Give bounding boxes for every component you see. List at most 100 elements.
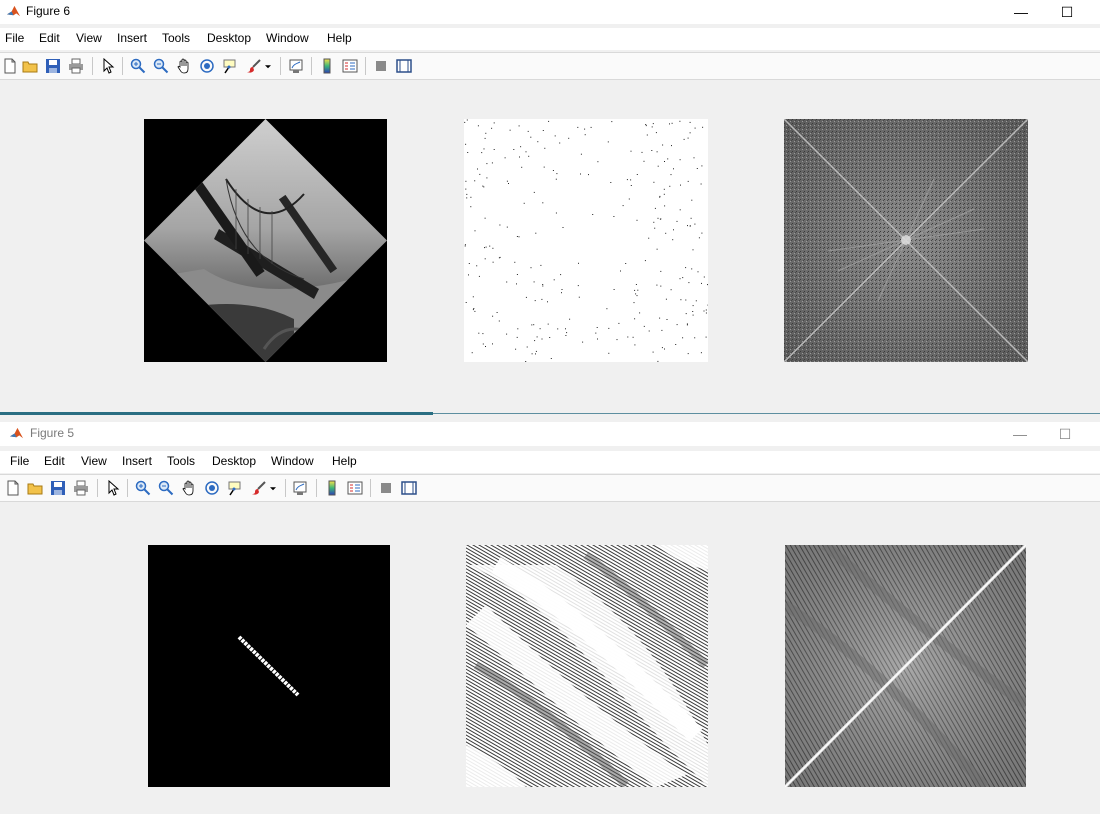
- axes-spectrum-image[interactable]: [784, 119, 1028, 362]
- brush-icon[interactable]: [249, 478, 269, 498]
- title-bar[interactable]: Figure 6 — ☐: [0, 0, 1100, 24]
- fourier-spectrum-image: [785, 545, 1026, 787]
- zoom-in-icon[interactable]: [133, 478, 153, 498]
- dot-pixel: [689, 225, 691, 227]
- zoom-out-icon[interactable]: [151, 56, 171, 76]
- dot-pixel: [521, 166, 523, 168]
- dot-pixel: [701, 282, 702, 284]
- menu-view[interactable]: View: [81, 454, 107, 468]
- hide-plot-tools-icon[interactable]: [371, 56, 391, 76]
- menu-bar: File Edit View Insert Tools Desktop Wind…: [0, 28, 1100, 50]
- legend-icon[interactable]: [345, 478, 365, 498]
- dot-pixel: [701, 232, 703, 234]
- menu-edit[interactable]: Edit: [39, 31, 60, 45]
- new-figure-icon[interactable]: [0, 56, 20, 76]
- axes-spectrum-image[interactable]: [785, 545, 1026, 787]
- maximize-button[interactable]: ☐: [1052, 0, 1082, 24]
- toolbar-separator: [92, 57, 93, 75]
- legend-icon[interactable]: [340, 56, 360, 76]
- menu-file[interactable]: File: [5, 31, 24, 45]
- menu-view[interactable]: View: [76, 31, 102, 45]
- minimize-button[interactable]: —: [1006, 0, 1036, 24]
- maximize-button[interactable]: ☐: [1050, 422, 1080, 446]
- sparse-dots-image: [464, 119, 708, 362]
- print-icon[interactable]: [66, 56, 86, 76]
- show-plot-tools-icon[interactable]: [394, 56, 414, 76]
- dot-pixel: [679, 278, 681, 280]
- save-icon[interactable]: [48, 478, 68, 498]
- menu-window[interactable]: Window: [266, 31, 309, 45]
- show-plot-tools-icon[interactable]: [399, 478, 419, 498]
- print-icon[interactable]: [71, 478, 91, 498]
- pointer-icon[interactable]: [98, 56, 118, 76]
- menu-help[interactable]: Help: [327, 31, 352, 45]
- dot-pixel: [539, 328, 541, 330]
- dot-pixel: [606, 308, 608, 310]
- dot-pixel: [682, 277, 684, 279]
- menu-edit[interactable]: Edit: [44, 454, 65, 468]
- dot-pixel: [484, 217, 486, 219]
- menu-file[interactable]: File: [10, 454, 29, 468]
- dot-pixel: [635, 293, 637, 295]
- dot-pixel: [484, 137, 486, 139]
- axes-sparse-image[interactable]: [464, 119, 708, 362]
- dot-pixel: [671, 122, 673, 124]
- dot-pixel: [692, 314, 694, 316]
- dot-pixel: [639, 312, 641, 314]
- dot-pixel: [533, 281, 535, 283]
- colorbar-icon[interactable]: [317, 56, 337, 76]
- menu-window[interactable]: Window: [271, 454, 314, 468]
- menu-tools[interactable]: Tools: [162, 31, 190, 45]
- dot-pixel: [540, 264, 542, 266]
- axes-line-image[interactable]: [148, 545, 390, 787]
- pan-icon[interactable]: [179, 478, 199, 498]
- dot-pixel: [592, 214, 594, 215]
- link-plot-icon[interactable]: [286, 56, 306, 76]
- menu-desktop[interactable]: Desktop: [207, 31, 251, 45]
- matlab-icon: [9, 427, 24, 439]
- pointer-icon[interactable]: [103, 478, 123, 498]
- minimize-button[interactable]: —: [1005, 422, 1035, 446]
- zoom-in-icon[interactable]: [128, 56, 148, 76]
- dot-pixel: [654, 207, 656, 209]
- new-figure-icon[interactable]: [3, 478, 23, 498]
- axes-rotated-image[interactable]: [144, 119, 387, 362]
- menu-desktop[interactable]: Desktop: [212, 454, 256, 468]
- dot-pixel: [680, 184, 681, 186]
- dot-pixel: [489, 245, 491, 247]
- menu-insert[interactable]: Insert: [117, 31, 147, 45]
- menu-help[interactable]: Help: [332, 454, 357, 468]
- menu-insert[interactable]: Insert: [122, 454, 152, 468]
- chevron-down-icon[interactable]: [262, 56, 274, 76]
- dot-pixel: [485, 346, 486, 347]
- dot-pixel: [516, 336, 518, 338]
- dot-pixel: [492, 261, 494, 263]
- menu-tools[interactable]: Tools: [167, 454, 195, 468]
- rotate-3d-icon[interactable]: [202, 478, 222, 498]
- open-file-icon[interactable]: [20, 56, 40, 76]
- dot-pixel: [653, 221, 655, 223]
- chevron-down-icon[interactable]: [267, 478, 279, 498]
- data-cursor-icon[interactable]: [225, 478, 245, 498]
- dot-pixel: [578, 296, 580, 298]
- hide-plot-tools-icon[interactable]: [376, 478, 396, 498]
- pan-icon[interactable]: [174, 56, 194, 76]
- dot-pixel: [465, 188, 467, 190]
- dot-pixel: [632, 336, 634, 338]
- open-file-icon[interactable]: [25, 478, 45, 498]
- brush-icon[interactable]: [244, 56, 264, 76]
- save-icon[interactable]: [43, 56, 63, 76]
- rotate-3d-icon[interactable]: [197, 56, 217, 76]
- data-cursor-icon[interactable]: [220, 56, 240, 76]
- colorbar-icon[interactable]: [322, 478, 342, 498]
- link-plot-icon[interactable]: [290, 478, 310, 498]
- axes-moire-image[interactable]: [466, 545, 708, 787]
- dot-pixel: [533, 324, 535, 326]
- title-bar[interactable]: Figure 5 — ☐: [0, 422, 1100, 446]
- dot-pixel: [588, 174, 589, 176]
- dot-pixel: [628, 198, 630, 200]
- dot-pixel: [694, 127, 696, 129]
- dot-pixel: [645, 125, 647, 127]
- zoom-out-icon[interactable]: [156, 478, 176, 498]
- dot-pixel: [705, 312, 707, 314]
